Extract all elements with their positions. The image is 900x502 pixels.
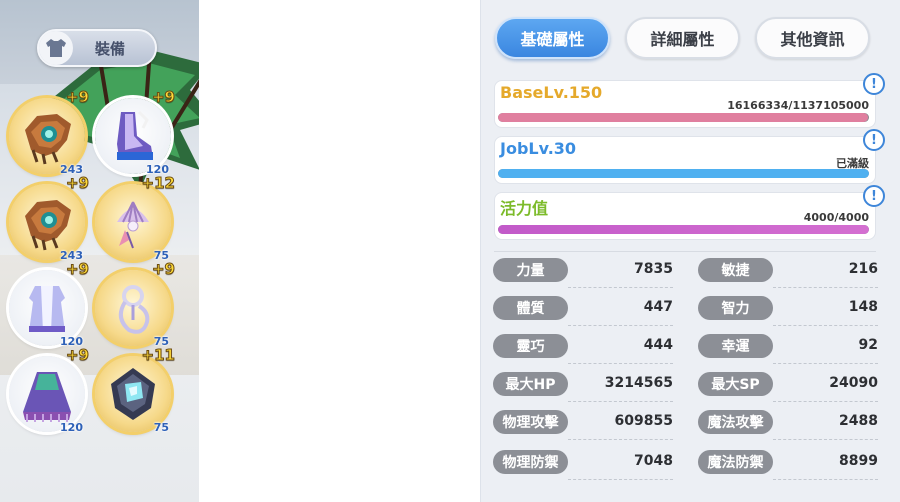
- stat-label: 魔法攻擊: [698, 410, 773, 434]
- stat-label: 智力: [698, 296, 773, 320]
- stat-dex: 靈巧 444: [493, 334, 673, 364]
- stat-value: 447: [643, 299, 673, 315]
- job-exp-bar: [498, 169, 869, 178]
- tab-detailed-attributes[interactable]: 詳細屬性: [625, 17, 740, 59]
- stat-label: 幸運: [698, 334, 773, 358]
- base-level-box: BaseLv.150 16166334/1137105000 !: [494, 73, 885, 128]
- equip-slot-mask[interactable]: +9 243: [9, 174, 90, 262]
- shirt-icon: [39, 31, 73, 65]
- equipment-header-button[interactable]: 裝備: [37, 29, 157, 67]
- stat-label: 敏捷: [698, 258, 773, 282]
- item-level: 120: [60, 421, 83, 434]
- amulet-icon: [118, 285, 150, 334]
- refine-level: +9: [65, 260, 89, 279]
- equipment-header-label: 裝備: [94, 39, 125, 58]
- stat-label: 物理攻擊: [493, 410, 568, 434]
- equip-slot-helmet[interactable]: +9 243: [9, 88, 90, 176]
- stat-int: 智力 148: [698, 296, 878, 326]
- stat-value: 216: [848, 261, 878, 277]
- vitality-fill: [498, 225, 869, 234]
- stat-max-sp: 最大SP 24090: [698, 372, 878, 402]
- stat-value: 24090: [829, 375, 878, 391]
- vitality-box: 活力值 4000/4000 !: [494, 185, 885, 240]
- base-exp-bar: [498, 113, 869, 122]
- stat-physical-defense: 物理防禦 7048: [493, 450, 673, 480]
- stat-magic-defense: 魔法防禦 8899: [698, 450, 878, 480]
- stat-label: 最大SP: [698, 372, 773, 396]
- job-exp-fill: [498, 169, 869, 178]
- stats-tabs: 基礎屬性 詳細屬性 其他資訊: [495, 17, 870, 59]
- item-level: 75: [153, 421, 169, 434]
- stat-value: 148: [848, 299, 878, 315]
- stat-label: 魔法防禦: [698, 450, 773, 474]
- refine-level: +12: [141, 174, 175, 193]
- refine-level: +9: [65, 174, 89, 193]
- boots-icon: [117, 110, 153, 160]
- equip-slot-amulet[interactable]: +9 75: [95, 260, 176, 348]
- crystal-icon: [111, 368, 155, 420]
- stat-physical-attack: 物理攻擊 609855: [493, 410, 673, 440]
- robe-icon: [29, 286, 65, 332]
- stat-value: 3214565: [604, 375, 673, 391]
- stats-divider: [494, 251, 876, 252]
- vitality-bar: [498, 225, 869, 234]
- cloak-icon: [23, 372, 71, 422]
- equip-slot-crystal[interactable]: +11 75: [95, 346, 176, 434]
- stats-panel: 基礎屬性 詳細屬性 其他資訊 BaseLv.150 16166334/11371…: [480, 0, 900, 502]
- refine-level: +9: [65, 346, 89, 365]
- stat-value: 2488: [839, 413, 878, 429]
- mask-icon: [25, 200, 71, 251]
- vitality-value: 4000/4000: [803, 211, 869, 224]
- equip-slot-robe[interactable]: +9 120: [9, 260, 90, 348]
- tab-other-info[interactable]: 其他資訊: [755, 17, 870, 59]
- vitality-info-icon[interactable]: !: [863, 185, 885, 207]
- stat-value: 8899: [839, 453, 878, 469]
- job-level-title: JobLv.30: [500, 139, 577, 158]
- refine-level: +9: [151, 260, 175, 279]
- base-exp-value: 16166334/1137105000: [727, 99, 869, 112]
- base-level-title: BaseLv.150: [500, 83, 603, 102]
- stat-label: 最大HP: [493, 372, 568, 396]
- equip-slot-boots[interactable]: +9 120: [95, 88, 176, 176]
- refine-level: +9: [151, 88, 175, 107]
- helmet-icon: [25, 114, 71, 165]
- stat-label: 體質: [493, 296, 568, 320]
- stat-max-hp: 最大HP 3214565: [493, 372, 673, 402]
- stat-label: 力量: [493, 258, 568, 282]
- equip-slot-cloak[interactable]: +9 120: [9, 346, 90, 434]
- refine-level: +9: [65, 88, 89, 107]
- stat-vit: 體質 447: [493, 296, 673, 326]
- stat-value: 92: [858, 337, 878, 353]
- equip-slot-shell-accessory[interactable]: +12 75: [95, 174, 176, 262]
- stat-magic-attack: 魔法攻擊 2488: [698, 410, 878, 440]
- stat-label: 物理防禦: [493, 450, 568, 474]
- job-info-icon[interactable]: !: [863, 129, 885, 151]
- stat-luk: 幸運 92: [698, 334, 878, 364]
- stat-value: 7835: [634, 261, 673, 277]
- stat-value: 444: [643, 337, 673, 353]
- tab-basic-attributes[interactable]: 基礎屬性: [495, 17, 610, 59]
- stat-str: 力量 7835: [493, 258, 673, 288]
- stat-agi: 敏捷 216: [698, 258, 878, 288]
- base-info-icon[interactable]: !: [863, 73, 885, 95]
- refine-level: +11: [141, 346, 175, 365]
- job-level-box: JobLv.30 已滿級 !: [494, 129, 885, 184]
- stat-value: 7048: [634, 453, 673, 469]
- stat-value: 609855: [614, 413, 673, 429]
- equipment-panel: 裝備 +9 243 +9 120 +9 243 +12 75 +9 120 +9…: [0, 0, 199, 502]
- base-exp-fill: [498, 113, 869, 122]
- vitality-title: 活力值: [500, 199, 549, 218]
- stat-label: 靈巧: [493, 334, 568, 358]
- shell-icon: [117, 201, 149, 249]
- game-screen: 裝備 +9 243 +9 120 +9 243 +12 75 +9 120 +9…: [0, 0, 900, 502]
